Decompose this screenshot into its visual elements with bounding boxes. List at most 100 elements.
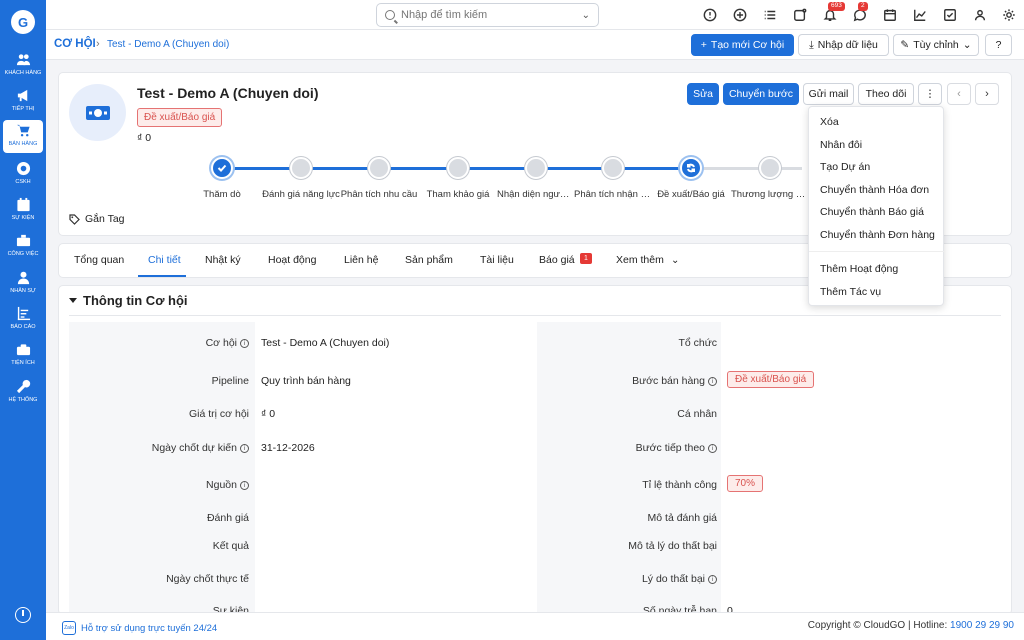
- info-icon[interactable]: i: [240, 338, 249, 348]
- users-icon: [16, 54, 30, 66]
- chart-icon[interactable]: [912, 7, 928, 23]
- section-title: Thông tin Cơ hội: [83, 293, 188, 308]
- menu-item-them-hoat-dong[interactable]: Thêm Hoạt động: [820, 263, 898, 275]
- import-button[interactable]: ⤓ Nhập dữ liệu: [798, 34, 889, 56]
- field-value-ti-le-thanh-cong[interactable]: 70%: [727, 475, 764, 492]
- sidebar-item-tiep-thi[interactable]: Tiếp thị: [0, 88, 46, 122]
- sidebar-item-label: CSKH: [15, 179, 31, 185]
- chevron-down-icon[interactable]: ⌄: [582, 10, 590, 21]
- hotline-number[interactable]: 1900 29 29 90: [950, 620, 1014, 631]
- field-value-pipeline[interactable]: Quy trình bán hàng: [261, 375, 351, 387]
- pipeline-step-label: Nhận diện người quyết định: [497, 189, 575, 200]
- chevron-right-icon: ›: [96, 38, 100, 50]
- breadcrumb-module[interactable]: CƠ HỘI: [54, 38, 96, 50]
- sidebar-item-khach-hang[interactable]: Khách hàng: [0, 52, 46, 86]
- calendar-icon[interactable]: [882, 7, 898, 23]
- menu-item-xoa[interactable]: Xóa: [820, 116, 839, 128]
- info-icon[interactable]: i: [240, 443, 249, 453]
- sidebar-item-label: Tiện ích: [11, 360, 35, 366]
- field-label-ngay-chot-thuc-te: Ngày chốt thực tế: [166, 573, 249, 585]
- menu-item-tao-du-an[interactable]: Tạo Dự án: [820, 161, 870, 173]
- alert-circle-icon[interactable]: [702, 7, 718, 23]
- pipeline-step[interactable]: [602, 157, 624, 179]
- tab-lien-he[interactable]: Liên hệ: [344, 254, 378, 266]
- tab-hoat-dong[interactable]: Hoạt động: [268, 254, 316, 266]
- pipeline-step[interactable]: [759, 157, 781, 179]
- menu-item-chuyen-don-hang[interactable]: Chuyển thành Đơn hàng: [820, 229, 935, 241]
- tag-control[interactable]: Gắn Tag: [69, 213, 125, 225]
- info-icon[interactable]: i: [708, 376, 717, 386]
- field-label-to-chuc: Tổ chức: [678, 337, 717, 349]
- add-circle-icon[interactable]: [732, 7, 748, 23]
- history-icon[interactable]: [15, 607, 31, 623]
- field-label-nguon: Nguồn i: [69, 479, 249, 491]
- support-link[interactable]: Zalo Hỗ trợ sử dụng trực tuyến 24/24: [62, 621, 217, 635]
- tab-san-pham[interactable]: Sản phẩm: [405, 254, 453, 266]
- field-value-ngay-chot-du-kien[interactable]: 31-12-2026: [261, 442, 315, 454]
- sidebar-item-cskh[interactable]: CSKH: [0, 161, 46, 195]
- sidebar-item-bao-cao[interactable]: Báo cáo: [0, 306, 46, 340]
- more-actions-button[interactable]: ⋮: [918, 83, 942, 105]
- field-value-gia-tri[interactable]: ₫ 0: [261, 408, 275, 420]
- help-button[interactable]: ?: [985, 34, 1012, 56]
- opportunity-info-section: Thông tin Cơ hội Cơ hội i Pipeline Giá tr…: [58, 285, 1012, 615]
- app-logo[interactable]: G: [11, 10, 35, 34]
- menu-divider: [809, 251, 945, 252]
- edit-button[interactable]: Sửa: [687, 83, 719, 105]
- chat-icon[interactable]: 2: [852, 2, 868, 23]
- customize-button[interactable]: ✎ Tùy chỉnh ⌄: [893, 34, 979, 56]
- tag-label: Gắn Tag: [85, 213, 125, 225]
- sidebar-item-tien-ich[interactable]: Tiện ích: [0, 342, 46, 376]
- search-icon: [385, 10, 395, 20]
- checkbox-icon[interactable]: [942, 7, 958, 23]
- send-mail-button[interactable]: Gửi mail: [803, 83, 854, 105]
- convert-step-button[interactable]: Chuyển bước: [723, 83, 799, 105]
- info-icon[interactable]: i: [708, 443, 717, 453]
- sidebar-item-he-thong[interactable]: Hệ thống: [0, 379, 46, 413]
- gear-icon[interactable]: [1001, 7, 1017, 23]
- prev-record-button[interactable]: ‹: [947, 83, 971, 105]
- chevron-down-icon[interactable]: ⌄: [671, 255, 679, 266]
- follow-button[interactable]: Theo dõi: [858, 83, 914, 105]
- pipeline-step[interactable]: [525, 157, 547, 179]
- global-search[interactable]: ⌄: [376, 3, 599, 27]
- pipeline-step-done[interactable]: [211, 157, 233, 179]
- menu-item-chuyen-bao-gia[interactable]: Chuyển thành Báo giá: [820, 206, 924, 218]
- tab-bao-gia[interactable]: Báo giá: [539, 254, 575, 266]
- tab-nhat-ky[interactable]: Nhật ký: [205, 254, 241, 266]
- pipeline-step[interactable]: [447, 157, 469, 179]
- next-record-button[interactable]: ›: [975, 83, 999, 105]
- tab-chi-tiet[interactable]: Chi tiết: [148, 254, 181, 266]
- menu-item-them-tac-vu[interactable]: Thêm Tác vụ: [820, 286, 881, 298]
- list-icon[interactable]: [762, 7, 778, 23]
- chevron-right-icon: ›: [985, 88, 989, 100]
- refresh-icon: [687, 163, 695, 173]
- menu-item-chuyen-hoa-don[interactable]: Chuyển thành Hóa đơn: [820, 184, 929, 196]
- field-label-ly-do-that-bai: Lý do thất bại i: [537, 573, 717, 585]
- bell-icon[interactable]: 693: [822, 2, 845, 23]
- info-icon[interactable]: i: [708, 574, 717, 584]
- sidebar-item-nhan-su[interactable]: Nhân sự: [0, 270, 46, 304]
- sidebar-item-ban-hang[interactable]: Bán hàng: [3, 120, 43, 153]
- info-icon[interactable]: i: [240, 480, 249, 490]
- pipeline-step-current[interactable]: [680, 157, 702, 179]
- sidebar-item-su-kien[interactable]: Sự kiện: [0, 197, 46, 231]
- field-value-buoc-ban-hang[interactable]: Đề xuất/Báo giá: [727, 371, 815, 388]
- tab-tong-quan[interactable]: Tổng quan: [74, 254, 124, 266]
- task-icon[interactable]: [792, 7, 808, 23]
- pipeline-step[interactable]: [290, 157, 312, 179]
- megaphone-icon: [17, 89, 27, 102]
- cart-icon: [16, 124, 30, 137]
- field-value-co-hoi[interactable]: Test - Demo A (Chuyen doi): [261, 337, 389, 349]
- pipeline-step[interactable]: [368, 157, 390, 179]
- tab-xem-them[interactable]: Xem thêm: [616, 254, 664, 266]
- section-header[interactable]: Thông tin Cơ hội: [69, 293, 188, 308]
- user-icon[interactable]: [972, 7, 988, 23]
- tab-tai-lieu[interactable]: Tài liệu: [480, 254, 514, 266]
- search-input[interactable]: [401, 9, 582, 21]
- menu-item-nhan-doi[interactable]: Nhân đôi: [820, 139, 862, 151]
- field-label-buoc-ban-hang: Bước bán hàng i: [537, 375, 717, 387]
- left-label-column: [69, 322, 255, 614]
- create-opportunity-button[interactable]: + Tạo mới Cơ hội: [691, 34, 794, 56]
- sidebar-item-cong-viec[interactable]: Công việc: [0, 233, 46, 267]
